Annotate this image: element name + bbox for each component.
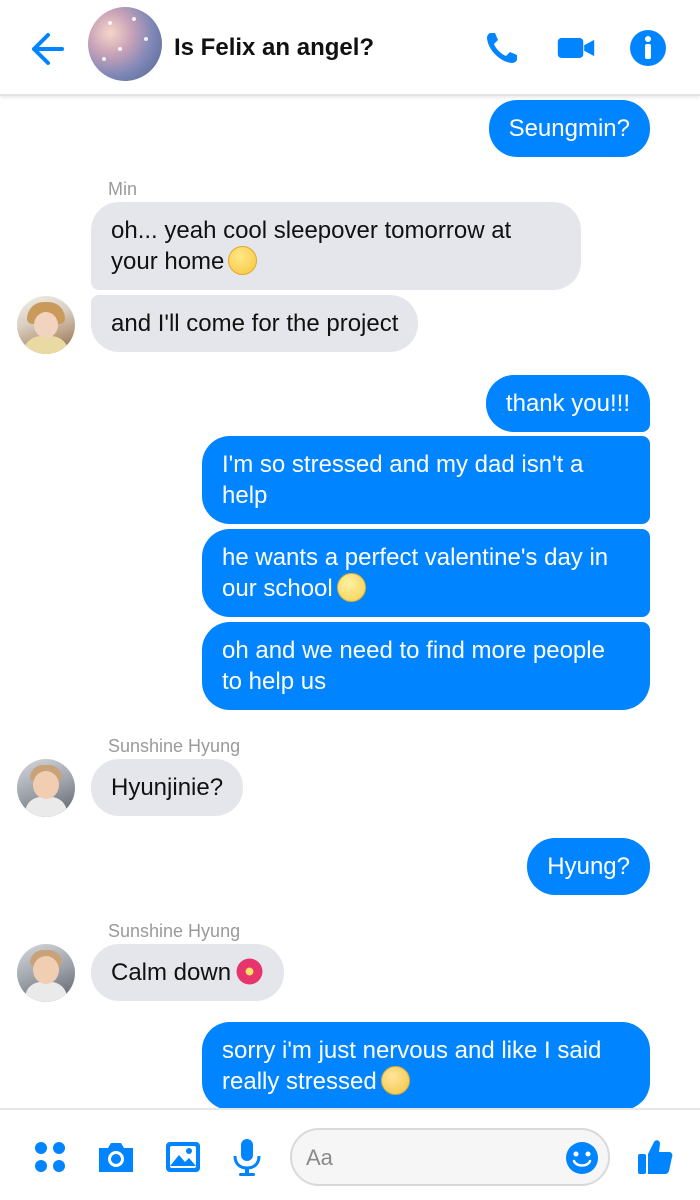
group-avatar[interactable] (88, 7, 162, 81)
avatar-sunshine-hyung[interactable] (17, 944, 75, 1002)
message-incoming[interactable]: and I'll come for the project (91, 295, 419, 352)
chat-header: Is Felix an angel? (0, 0, 700, 96)
message-outgoing[interactable]: oh and we need to find more people to he… (202, 622, 650, 710)
eye-roll-emoji (336, 573, 366, 602)
avatar-sunshine-hyung[interactable] (17, 759, 75, 817)
emoji-icon[interactable] (564, 1140, 600, 1176)
sender-name: Sunshine Hyung (108, 736, 241, 756)
thumbs-up-icon[interactable] (634, 1136, 676, 1178)
video-camera-icon[interactable] (556, 28, 596, 68)
message-outgoing[interactable]: Hyung? (527, 838, 650, 895)
message-outgoing[interactable]: Seungmin? (488, 100, 650, 157)
avatar-min[interactable] (17, 296, 75, 354)
message-incoming[interactable]: Calm down (91, 944, 285, 1001)
message-incoming[interactable]: oh... yeah cool sleepover tomorrow at yo… (91, 202, 581, 290)
image-icon[interactable] (162, 1136, 204, 1178)
message-input-placeholder: Aa (306, 1145, 333, 1170)
camera-icon[interactable] (95, 1136, 137, 1178)
chat-title[interactable]: Is Felix an angel? (174, 34, 374, 62)
message-outgoing[interactable]: sorry i'm just nervous and like I said r… (202, 1022, 650, 1108)
smiling-face-emoji (228, 246, 258, 275)
info-icon[interactable] (628, 28, 668, 68)
hibiscus-emoji (235, 957, 265, 986)
microphone-icon[interactable] (226, 1136, 268, 1178)
phone-icon[interactable] (482, 28, 522, 68)
apps-grid-icon[interactable] (30, 1136, 72, 1178)
message-outgoing[interactable]: I'm so stressed and my dad isn't a help (202, 436, 650, 524)
message-outgoing[interactable]: thank you!!! (485, 375, 650, 432)
message-outgoing[interactable]: he wants a perfect valentine's day in ou… (202, 529, 650, 617)
back-arrow-icon[interactable] (26, 28, 68, 70)
sender-name: Sunshine Hyung (108, 921, 241, 941)
pensive-face-emoji (380, 1066, 410, 1095)
sender-name: Min (108, 179, 138, 199)
message-input[interactable]: Aa (290, 1128, 610, 1186)
message-incoming[interactable]: Hyunjinie? (91, 759, 244, 816)
composer-bar: Aa (0, 1108, 700, 1200)
message-thread[interactable]: Seungmin? Min oh... yeah cool sleepover … (0, 96, 700, 1108)
